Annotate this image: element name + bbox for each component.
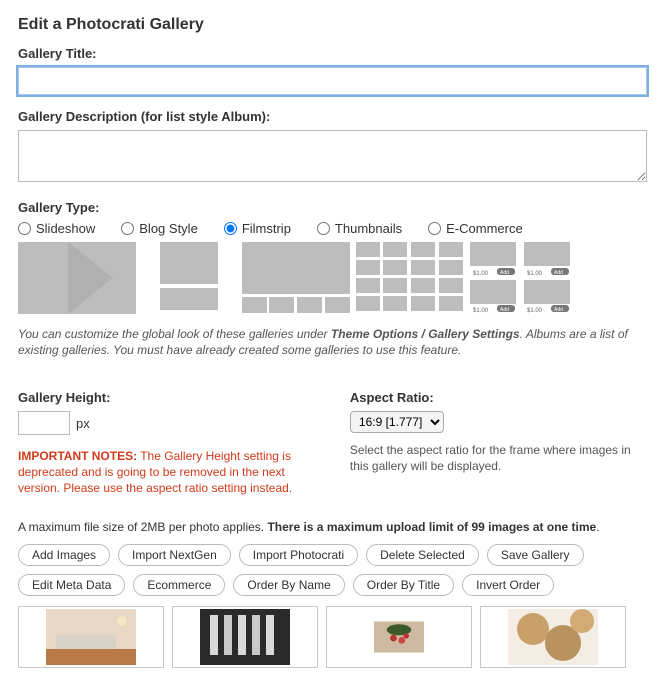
ecommerce-button[interactable]: Ecommerce [133, 574, 225, 596]
gallery-title-label: Gallery Title: [18, 46, 647, 61]
svg-text:Add: Add [500, 307, 509, 313]
photo-icon [46, 609, 136, 665]
gallery-height-label: Gallery Height: [18, 390, 320, 405]
gallery-thumbnail[interactable] [18, 606, 164, 668]
gallery-thumbnail[interactable] [172, 606, 318, 668]
ecommerce-preview-icon: $1.00 Add $1.00 Add $1.00 Add $1.00 Add [470, 242, 588, 314]
thumbnails-preview-icon [356, 242, 464, 314]
blogstyle-preview-icon [142, 242, 236, 314]
gallery-type-thumbnails-radio[interactable] [317, 222, 330, 235]
gallery-thumbnail[interactable] [326, 606, 472, 668]
svg-text:$1.00: $1.00 [473, 308, 489, 314]
gallery-type-blogstyle[interactable]: Blog Style [121, 221, 198, 236]
import-nextgen-button[interactable]: Import NextGen [118, 544, 231, 566]
aspect-ratio-helper: Select the aspect ratio for the frame wh… [350, 443, 647, 474]
aspect-ratio-select[interactable]: 16:9 [1.777] [350, 411, 444, 433]
gallery-type-ecommerce[interactable]: E-Commerce [428, 221, 523, 236]
gallery-type-thumbnails[interactable]: Thumbnails [317, 221, 402, 236]
svg-text:Add: Add [554, 270, 563, 276]
aspect-ratio-label: Aspect Ratio: [350, 390, 647, 405]
action-buttons-row1: Add Images Import NextGen Import Photocr… [18, 544, 647, 566]
gallery-type-blogstyle-radio[interactable] [121, 222, 134, 235]
customize-note: You can customize the global look of the… [18, 326, 647, 358]
edit-meta-data-button[interactable]: Edit Meta Data [18, 574, 125, 596]
gallery-type-slideshow-radio[interactable] [18, 222, 31, 235]
gallery-type-filmstrip[interactable]: Filmstrip [224, 221, 291, 236]
svg-text:$1.00: $1.00 [473, 271, 489, 277]
photo-icon [508, 609, 598, 665]
action-buttons-row2: Edit Meta Data Ecommerce Order By Name O… [18, 574, 647, 596]
save-gallery-button[interactable]: Save Gallery [487, 544, 584, 566]
photo-icon [374, 609, 424, 665]
invert-order-button[interactable]: Invert Order [462, 574, 554, 596]
svg-text:Add: Add [500, 270, 509, 276]
gallery-height-input[interactable] [18, 411, 70, 435]
gallery-description-label: Gallery Description (for list style Albu… [18, 109, 647, 124]
gallery-type-filmstrip-radio[interactable] [224, 222, 237, 235]
gallery-description-textarea[interactable] [18, 130, 647, 182]
upload-limit-note: A maximum file size of 2MB per photo app… [18, 520, 647, 534]
gallery-type-ecommerce-label: E-Commerce [446, 221, 523, 236]
gallery-height-suffix: px [76, 416, 90, 431]
import-photocrati-button[interactable]: Import Photocrati [239, 544, 358, 566]
order-by-name-button[interactable]: Order By Name [233, 574, 344, 596]
page-title: Edit a Photocrati Gallery [18, 16, 647, 34]
svg-text:Add: Add [554, 307, 563, 313]
gallery-type-blogstyle-label: Blog Style [139, 221, 198, 236]
gallery-title-input[interactable] [18, 67, 647, 95]
order-by-title-button[interactable]: Order By Title [353, 574, 454, 596]
height-deprecated-warning: IMPORTANT NOTES: The Gallery Height sett… [18, 449, 320, 496]
filmstrip-preview-icon [242, 242, 350, 314]
gallery-thumbnail[interactable] [480, 606, 626, 668]
svg-text:$1.00: $1.00 [527, 308, 543, 314]
gallery-type-label: Gallery Type: [18, 200, 647, 215]
gallery-type-slideshow[interactable]: Slideshow [18, 221, 95, 236]
gallery-type-slideshow-label: Slideshow [36, 221, 95, 236]
slideshow-preview-icon [18, 242, 136, 314]
delete-selected-button[interactable]: Delete Selected [366, 544, 479, 566]
gallery-type-ecommerce-radio[interactable] [428, 222, 441, 235]
gallery-type-thumbnails-label: Thumbnails [335, 221, 402, 236]
gallery-type-filmstrip-label: Filmstrip [242, 221, 291, 236]
photo-icon [200, 609, 290, 665]
svg-text:$1.00: $1.00 [527, 271, 543, 277]
add-images-button[interactable]: Add Images [18, 544, 110, 566]
